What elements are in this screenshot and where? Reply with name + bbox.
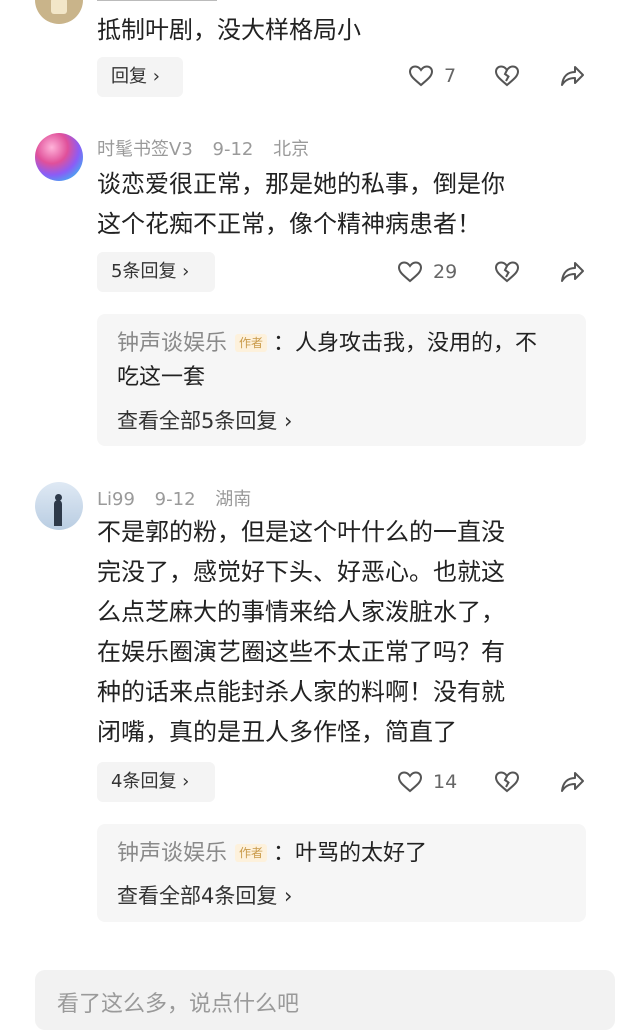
broken-heart-icon <box>494 771 520 793</box>
share-icon <box>561 772 584 792</box>
comment-date: 9-12 <box>212 139 254 160</box>
reply-button[interactable]: 回复 › <box>97 57 183 97</box>
author-badge: 作者 <box>235 334 268 352</box>
replies-button[interactable]: 5条回复 › <box>97 252 215 292</box>
author-badge: 作者 <box>235 844 268 862</box>
share-button[interactable] <box>559 769 585 795</box>
view-all-replies-link[interactable]: 查看全部4条回复 › <box>117 880 292 910</box>
comment-meta-cut <box>97 0 397 2</box>
like-button[interactable]: 7 <box>408 64 456 88</box>
comment-location: 湖南 <box>215 489 252 510</box>
reply-preview[interactable]: 钟声谈娱乐 作者 ：叶骂的太好了 查看全部4条回复 › <box>97 824 586 922</box>
like-count: 7 <box>444 65 457 87</box>
comment-input-placeholder: 看了这么多，说点什么吧 <box>57 992 300 1017</box>
dislike-button[interactable] <box>494 260 520 284</box>
reply-preview-line: 钟声谈娱乐 作者 ：人身攻击我，没用的，不 <box>117 331 538 356</box>
share-button[interactable] <box>559 63 585 89</box>
reply-preview-line: 钟声谈娱乐 作者 ：叶骂的太好了 <box>117 841 428 866</box>
share-icon <box>561 262 584 282</box>
dislike-button[interactable] <box>494 770 520 794</box>
comment-text: 谈恋爱很正常，那是她的私事，倒是你 这个花痴不正常，像个精神病患者！ <box>97 170 505 238</box>
like-button[interactable]: 29 <box>397 260 457 284</box>
reply-preview[interactable]: 钟声谈娱乐 作者 ：人身攻击我，没用的，不 吃这一套 查看全部5条回复 › <box>97 314 586 446</box>
comment-location: 北京 <box>273 139 310 160</box>
avatar[interactable] <box>35 482 83 530</box>
comment-input[interactable]: 看了这么多，说点什么吧 <box>35 970 615 1030</box>
username[interactable]: 时髦书签V3 <box>97 139 193 160</box>
avatar[interactable] <box>35 0 83 24</box>
view-all-replies-link[interactable]: 查看全部5条回复 › <box>117 405 292 435</box>
comment-date: 9-12 <box>154 489 196 510</box>
comment-text: 抵制叶剧，没大样格局小 <box>97 16 361 44</box>
comment-text: 不是郭的粉，但是这个叶什么的一直没 完没了，感觉好下头、好恶心。也就这 么点芝麻… <box>97 518 505 746</box>
heart-icon <box>397 771 423 793</box>
share-icon <box>561 66 584 86</box>
comment-meta: 时髦书签V3 9-12 北京 <box>97 135 323 161</box>
like-button[interactable]: 14 <box>397 770 457 794</box>
author-name[interactable]: 钟声谈娱乐 <box>117 331 227 356</box>
username[interactable]: Li99 <box>97 489 135 510</box>
comment-meta: Li99 9-12 湖南 <box>97 485 265 511</box>
dislike-button[interactable] <box>494 64 520 88</box>
share-button[interactable] <box>559 259 585 285</box>
reply-preview-line: 吃这一套 <box>117 365 206 390</box>
heart-icon <box>408 65 434 87</box>
replies-button[interactable]: 4条回复 › <box>97 762 215 802</box>
author-name[interactable]: 钟声谈娱乐 <box>117 841 227 866</box>
broken-heart-icon <box>494 65 520 87</box>
avatar[interactable] <box>35 133 83 181</box>
heart-icon <box>397 261 423 283</box>
like-count: 29 <box>433 261 458 283</box>
like-count: 14 <box>433 771 458 793</box>
broken-heart-icon <box>494 261 520 283</box>
